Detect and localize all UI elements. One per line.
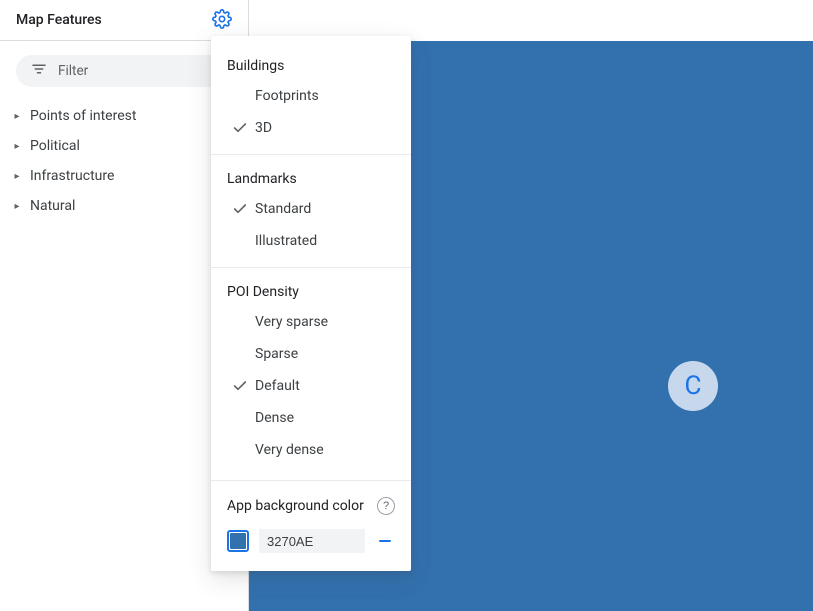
tree-item-label: Infrastructure [30, 168, 114, 184]
tree-item-label: Political [30, 138, 80, 154]
filter-input[interactable]: Filter [16, 55, 232, 87]
settings-button[interactable] [208, 6, 236, 34]
tree-item[interactable]: ▸ Points of interest [12, 101, 240, 131]
chevron-right-icon: ▸ [12, 141, 22, 152]
app-bg-color-title: App background color [227, 498, 364, 514]
settings-option[interactable]: Footprints [211, 80, 411, 112]
clear-color-button[interactable] [375, 531, 395, 551]
filter-placeholder: Filter [58, 63, 88, 79]
settings-option-label: Default [255, 378, 300, 394]
settings-option[interactable]: Default [211, 370, 411, 402]
tree-item[interactable]: ▸ Natural [12, 191, 240, 221]
minus-icon [379, 540, 391, 542]
sidebar-header: Map Features [0, 0, 248, 41]
settings-option-label: Standard [255, 201, 311, 217]
settings-group: Buildings Footprints 3D [211, 46, 411, 146]
tree-item-label: Natural [30, 198, 75, 214]
settings-option-label: Illustrated [255, 233, 317, 249]
settings-option-label: Very dense [255, 442, 324, 458]
color-swatch[interactable] [227, 530, 249, 552]
help-icon[interactable]: ? [377, 497, 395, 515]
settings-option-label: 3D [255, 120, 272, 136]
settings-option[interactable]: Standard [211, 193, 411, 225]
settings-option[interactable]: Very dense [211, 434, 411, 466]
marker-letter: C [685, 371, 702, 401]
chevron-right-icon: ▸ [12, 171, 22, 182]
settings-option-label: Dense [255, 410, 294, 426]
check-icon [229, 120, 251, 136]
settings-popover: Buildings Footprints 3D Landmarks Standard Il… [211, 36, 411, 571]
settings-group-title: POI Density [211, 282, 411, 306]
app-bg-color-section: App background color? [211, 480, 411, 553]
settings-option[interactable]: Illustrated [211, 225, 411, 257]
settings-option[interactable]: Dense [211, 402, 411, 434]
tree-item[interactable]: ▸ Political [12, 131, 240, 161]
settings-group-title: Landmarks [211, 169, 411, 193]
filter-icon [30, 60, 48, 82]
tree-item-label: Points of interest [30, 108, 136, 124]
settings-option-label: Very sparse [255, 314, 328, 330]
settings-option[interactable]: Sparse [211, 338, 411, 370]
settings-option[interactable]: Very sparse [211, 306, 411, 338]
settings-group-title: Buildings [211, 56, 411, 80]
settings-option[interactable]: 3D [211, 112, 411, 144]
sidebar-title: Map Features [16, 12, 102, 28]
gear-icon [212, 9, 232, 32]
tree-item[interactable]: ▸ Infrastructure [12, 161, 240, 191]
map-marker[interactable]: C [668, 361, 718, 411]
check-icon [229, 201, 251, 217]
chevron-right-icon: ▸ [12, 201, 22, 212]
settings-group: Landmarks Standard Illustrated [211, 154, 411, 259]
settings-option-label: Sparse [255, 346, 298, 362]
settings-group: POI Density Very sparse Sparse Default Dense… [211, 267, 411, 468]
settings-option-label: Footprints [255, 88, 319, 104]
check-icon [229, 378, 251, 394]
color-hex-input[interactable] [259, 529, 365, 553]
chevron-right-icon: ▸ [12, 111, 22, 122]
